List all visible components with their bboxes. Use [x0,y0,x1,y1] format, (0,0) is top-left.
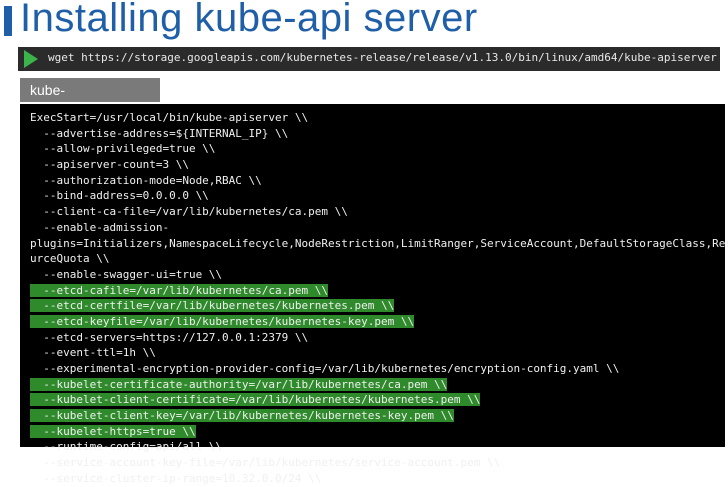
code-line: --experimental-encryption-provider-confi… [30,361,728,377]
code-line: plugins=Initializers,NamespaceLifecycle,… [30,236,728,252]
code-line: --enable-admission- [30,220,728,236]
code-text: --bind-address=0.0.0.0 \\ [30,189,209,203]
command-bar: wget https://storage.googleapis.com/kube… [18,47,720,71]
code-text: --etcd-servers=https://127.0.0.1:2379 \\ [30,330,309,344]
highlighted-code-text: --kubelet-https=true \\ [30,424,196,438]
code-line: --event-ttl=1h \\ [30,345,728,361]
code-text: --client-ca-file=/var/lib/kubernetes/ca.… [30,205,348,219]
highlighted-code-text: --etcd-keyfile=/var/lib/kubernetes/kuber… [30,314,415,328]
code-text: --experimental-encryption-provider-confi… [30,362,620,375]
code-line: --allow-privileged=true \\ [30,141,728,157]
code-line: --service-account-key-file=/var/lib/kube… [30,455,728,471]
highlighted-code-text: --etcd-certfile=/var/lib/kubernetes/kube… [30,299,395,313]
code-text: ExecStart=/usr/local/bin/kube-apiserver … [30,111,309,124]
code-text: --enable-admission- [30,220,170,234]
code-line: --kubelet-https=true \\ [30,424,728,440]
command-text: wget https://storage.googleapis.com/kube… [48,51,717,64]
code-text: --apiserver-count=3 \\ [30,158,189,172]
code-text: --advertise-address=${INTERNAL_IP} \\ [30,126,289,140]
code-line: --enable-swagger-ui=true \\ [30,267,728,283]
code-line: --bind-address=0.0.0.0 \\ [30,188,728,204]
code-line: --service-cluster-ip-range=10.32.0.0/24 … [30,471,728,487]
code-line: --etcd-cafile=/var/lib/kubernetes/ca.pem… [30,283,728,299]
title-accent-bar [4,6,12,36]
code-line: --kubelet-client-certificate=/var/lib/ku… [30,392,728,408]
code-line: --advertise-address=${INTERNAL_IP} \\ [30,126,728,142]
code-text: --service-cluster-ip-range=10.32.0.0/24 … [30,471,322,485]
highlighted-code-text: --kubelet-client-key=/var/lib/kubernetes… [30,409,454,423]
highlighted-code-text: --kubelet-client-certificate=/var/lib/ku… [30,393,481,407]
code-line: --kubelet-certificate-authority=/var/lib… [30,377,728,393]
code-text: plugins=Initializers,NamespaceLifecycle,… [30,236,728,250]
code-text: --service-account-key-file=/var/lib/kube… [30,456,501,470]
code-line: --apiserver-count=3 \\ [30,157,728,173]
code-text: --event-ttl=1h \\ [30,346,156,360]
code-line: --etcd-certfile=/var/lib/kubernetes/kube… [30,298,728,314]
highlighted-code-text: --etcd-cafile=/var/lib/kubernetes/ca.pem… [30,283,329,297]
play-icon[interactable] [24,50,38,68]
code-line: --etcd-servers=https://127.0.0.1:2379 \\ [30,330,728,346]
code-line: --runtime-config=api/all \\ [30,439,728,455]
code-text: --allow-privileged=true \\ [30,142,216,156]
code-line: --authorization-mode=Node,RBAC \\ [30,173,728,189]
file-name-label: kube-apiserver.service [20,78,160,122]
code-text: urceQuota \\ [30,252,110,266]
highlighted-code-text: --kubelet-certificate-authority=/var/lib… [30,377,448,391]
code-line: --etcd-keyfile=/var/lib/kubernetes/kuber… [30,314,728,330]
code-line: urceQuota \\ [30,251,728,267]
code-text: --enable-swagger-ui=true \\ [30,267,223,281]
code-block: ExecStart=/usr/local/bin/kube-apiserver … [20,104,728,485]
page-title: Installing kube-api server [20,0,478,40]
code-line: ExecStart=/usr/local/bin/kube-apiserver … [30,110,728,126]
code-text: --authorization-mode=Node,RBAC \\ [30,173,262,187]
code-lines: ExecStart=/usr/local/bin/kube-apiserver … [30,110,728,487]
code-line: --client-ca-file=/var/lib/kubernetes/ca.… [30,204,728,220]
code-line: --kubelet-client-key=/var/lib/kubernetes… [30,408,728,424]
